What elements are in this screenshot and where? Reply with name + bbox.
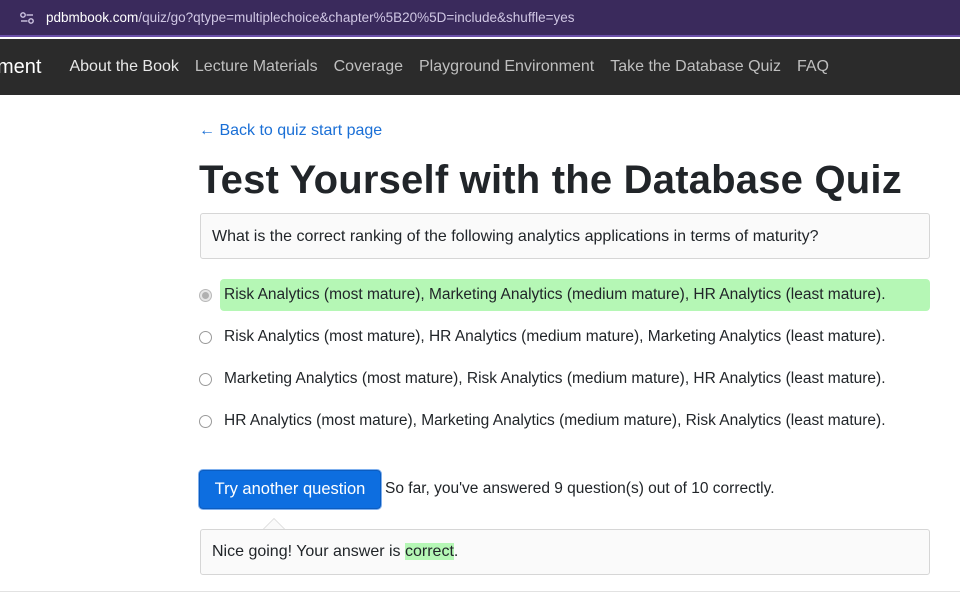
try-another-question-button[interactable]: Try another question <box>199 470 381 509</box>
address-url[interactable]: pdbmbook.com/quiz/go?qtype=multiplechoic… <box>46 10 574 25</box>
nav-about-the-book[interactable]: About the Book <box>69 58 178 76</box>
option-label-4[interactable]: HR Analytics (most mature), Marketing An… <box>220 405 930 437</box>
nav-faq[interactable]: FAQ <box>797 58 829 76</box>
browser-address-bar[interactable]: pdbmbook.com/quiz/go?qtype=multiplechoic… <box>0 0 960 37</box>
radio-selected-dot <box>202 291 209 299</box>
page-title: Test Yourself with the Database Quiz <box>199 158 902 202</box>
nav-coverage[interactable]: Coverage <box>334 58 403 76</box>
radio-option-3[interactable] <box>199 372 212 386</box>
back-to-quiz-start-link[interactable]: ← Back to quiz start page <box>199 122 382 140</box>
radio-option-1[interactable] <box>199 288 212 302</box>
feedback-box: Nice going! Your answer is correct. <box>200 529 930 575</box>
feedback-correct-highlight: correct <box>405 543 454 560</box>
radio-option-2[interactable] <box>199 330 212 344</box>
address-host: pdbmbook.com <box>46 10 139 25</box>
question-text: What is the correct ranking of the follo… <box>212 228 819 245</box>
option-label-3[interactable]: Marketing Analytics (most mature), Risk … <box>220 363 930 395</box>
brand-logo-text[interactable]: ment <box>0 56 41 79</box>
answer-option-2[interactable]: Risk Analytics (most mature), HR Analyti… <box>199 321 930 353</box>
answer-option-1[interactable]: Risk Analytics (most mature), Marketing … <box>199 279 930 311</box>
address-path: /quiz/go?qtype=multiplechoice&chapter%5B… <box>138 10 575 25</box>
site-navbar: ment About the Book Lecture Materials Co… <box>0 39 960 95</box>
option-label-1[interactable]: Risk Analytics (most mature), Marketing … <box>220 279 930 311</box>
option-label-2[interactable]: Risk Analytics (most mature), HR Analyti… <box>220 321 930 353</box>
feedback-prefix: Nice going! Your answer is <box>212 543 405 560</box>
score-text: So far, you've answered 9 question(s) ou… <box>385 480 775 497</box>
question-card: What is the correct ranking of the follo… <box>200 213 930 259</box>
answer-option-4[interactable]: HR Analytics (most mature), Marketing An… <box>199 405 930 437</box>
answer-option-3[interactable]: Marketing Analytics (most mature), Risk … <box>199 363 930 395</box>
feedback-suffix: . <box>453 543 459 560</box>
radio-option-4[interactable] <box>199 414 212 428</box>
feedback-pointer <box>263 518 285 529</box>
divider <box>0 591 960 592</box>
nav-take-the-database-quiz[interactable]: Take the Database Quiz <box>610 58 781 76</box>
nav-lecture-materials[interactable]: Lecture Materials <box>195 58 318 76</box>
tune-icon[interactable] <box>18 9 36 27</box>
nav-playground-environment[interactable]: Playground Environment <box>419 58 594 76</box>
